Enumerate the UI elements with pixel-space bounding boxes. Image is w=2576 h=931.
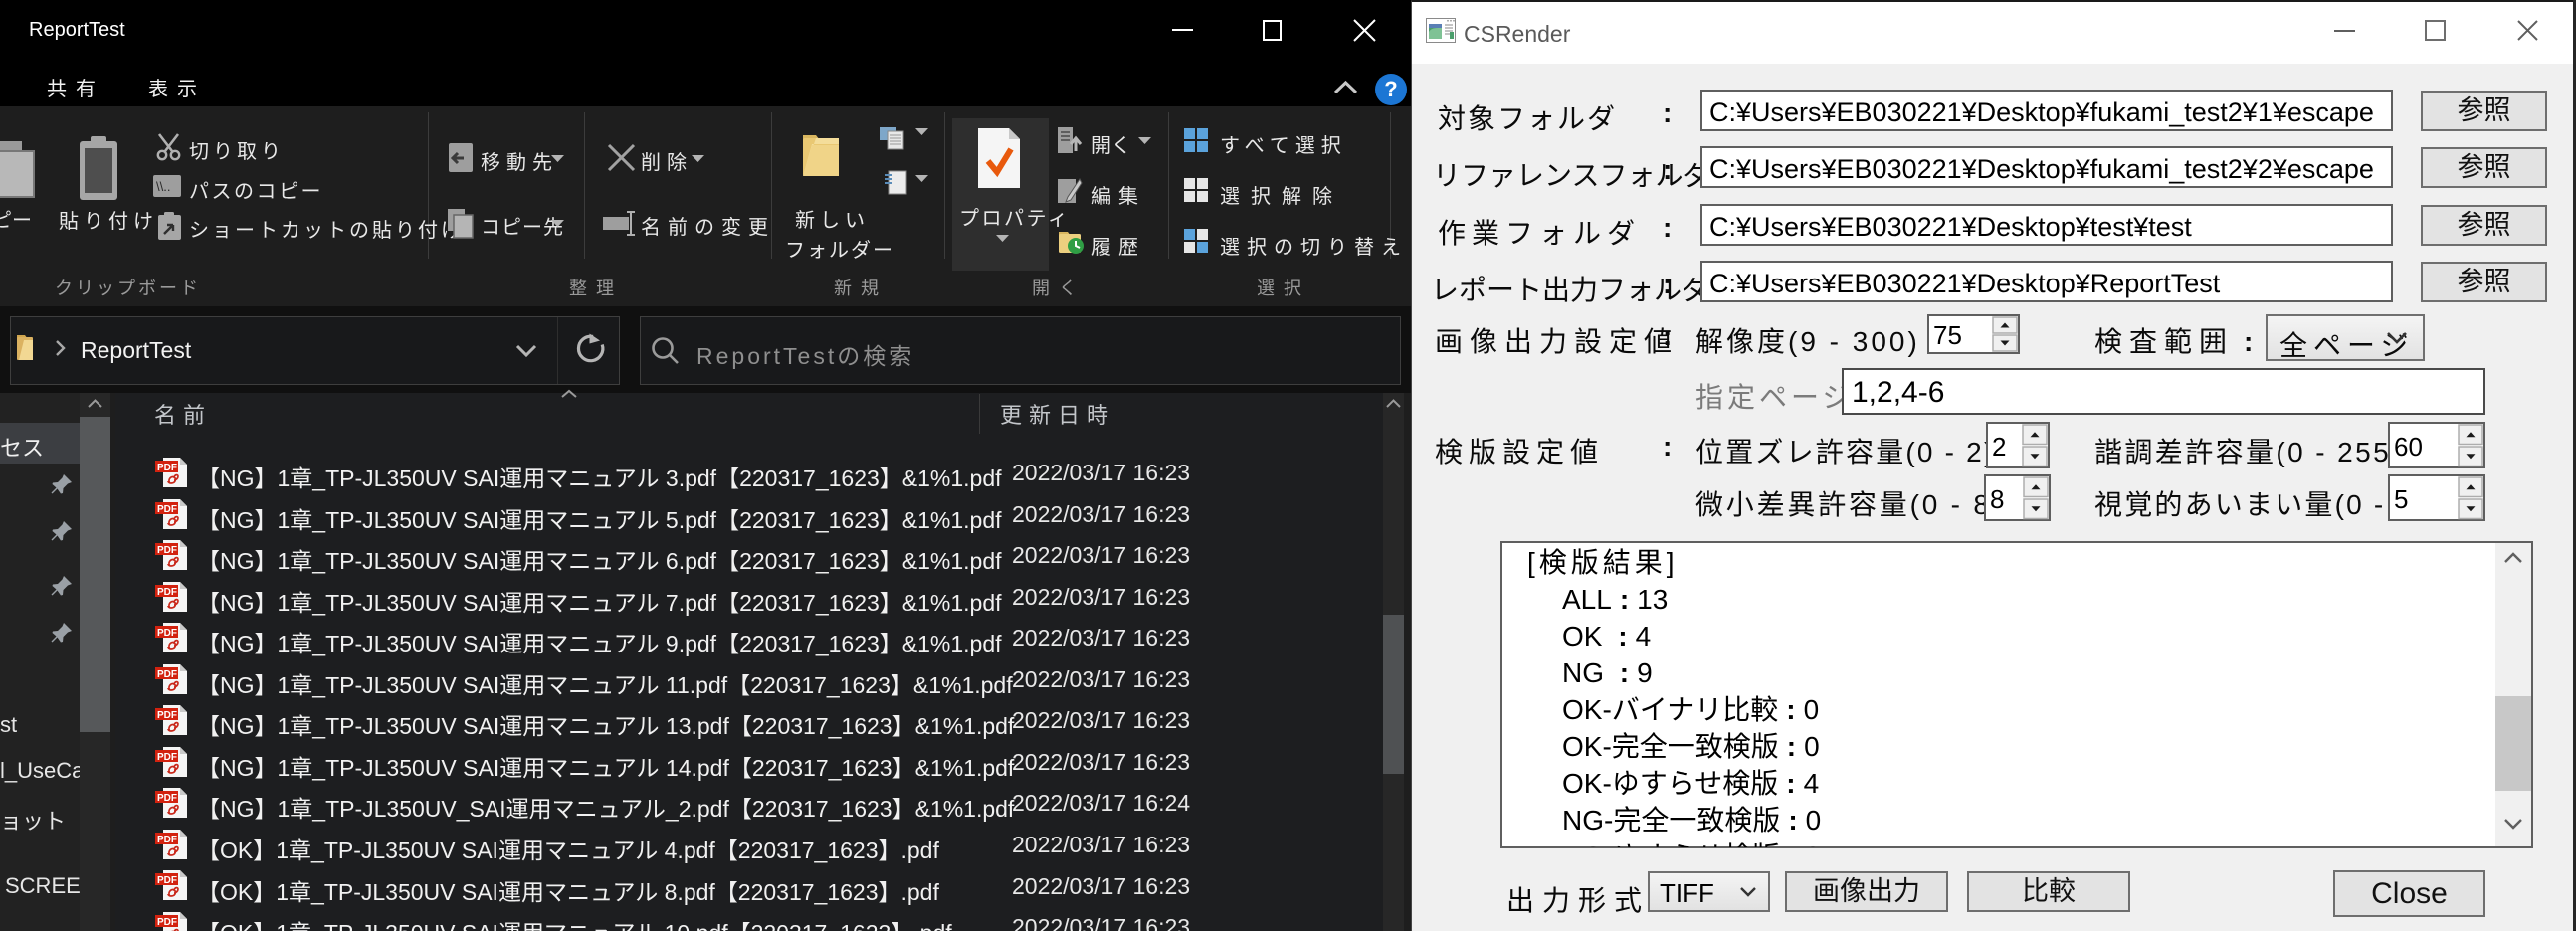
- svg-text:PDF: PDF: [157, 504, 177, 515]
- svg-text:PDF: PDF: [157, 710, 177, 721]
- svg-text:PDF: PDF: [157, 835, 177, 845]
- svg-text:PDF: PDF: [157, 752, 177, 763]
- svg-text:PDF: PDF: [157, 463, 177, 473]
- svg-text:PDF: PDF: [157, 793, 177, 804]
- svg-text:PDF: PDF: [157, 917, 177, 928]
- svg-text:\\..: \\..: [156, 179, 170, 194]
- svg-text:PDF: PDF: [157, 628, 177, 639]
- svg-text:PDF: PDF: [157, 545, 177, 556]
- svg-text:PDF: PDF: [157, 587, 177, 598]
- svg-text:PDF: PDF: [157, 669, 177, 680]
- svg-text:PDF: PDF: [157, 875, 177, 886]
